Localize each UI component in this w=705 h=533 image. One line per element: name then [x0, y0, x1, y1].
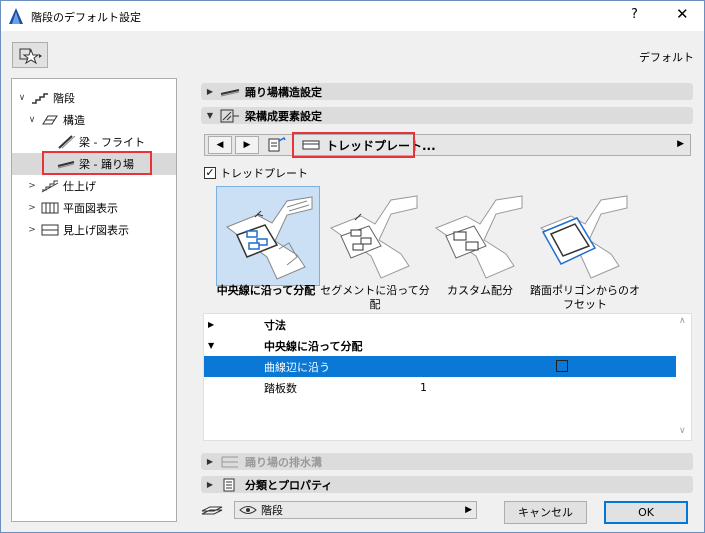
table-row-follow-curve[interactable]: 曲線辺に沿う [204, 356, 676, 377]
expand-triangle-icon: ▶ [206, 480, 214, 489]
table-row-centerline[interactable]: ▼ 中央線に沿って分配 [204, 335, 676, 356]
tree-item-finish[interactable]: > 仕上げ [26, 175, 174, 197]
option-label-segment: セグメントに沿って分配 [320, 284, 430, 311]
tree-item-label: 構造 [63, 114, 85, 127]
stair-icon [32, 93, 48, 104]
row-label: 中央線に沿って分配 [264, 339, 363, 353]
tree-item-structure[interactable]: ∨ 構造 [26, 109, 174, 131]
tree-item-label: 平面図表示 [63, 202, 118, 215]
dialog-window: 階段のデフォルト設定 ? ✕ デフォルト ∨ 階段 ∨ 構造 梁 - フライト [0, 0, 705, 533]
view-selector[interactable]: 階段 ▶ [234, 501, 477, 519]
title-bar: 階段のデフォルト設定 ? ✕ [1, 1, 704, 31]
option-label-offset: 踏面ポリゴンからのオフセット [530, 284, 640, 311]
chevron-down-icon[interactable]: ∨ [16, 93, 28, 103]
panel-title: 梁構成要素設定 [245, 109, 322, 123]
highlight-box [42, 151, 152, 175]
option-custom-distribution[interactable] [428, 186, 532, 286]
tree-item-label: 梁 - フライト [79, 136, 145, 149]
row-label: 踏板数 [264, 381, 297, 395]
favorites-star-icon [19, 48, 42, 65]
tree-item-plan-display[interactable]: > 平面図表示 [26, 197, 174, 219]
layer-icon [201, 506, 223, 515]
expand-triangle-icon: ▶ [206, 87, 214, 96]
help-button[interactable]: ? [631, 7, 638, 22]
chevron-right-icon[interactable]: > [26, 181, 38, 191]
offset-from-polygon-illustration [539, 195, 628, 279]
panel-title: 踊り場の排水溝 [245, 455, 322, 469]
centerline-distribution-illustration [225, 196, 313, 280]
view-selector-arrow-icon: ▶ [465, 505, 472, 515]
panel-title: 分類とプロパティ [245, 478, 333, 492]
beam-flight-icon [58, 135, 76, 149]
expand-triangle-icon: ▶ [206, 457, 214, 466]
plan-display-icon [41, 202, 59, 214]
tread-plate-toggle[interactable]: ✓ トレッドプレート [204, 165, 308, 181]
chevron-right-icon[interactable]: > [26, 203, 38, 213]
tree-item-label: 仕上げ [63, 180, 96, 193]
default-label: デフォルト [639, 51, 694, 64]
landing-structure-icon [220, 88, 240, 96]
tree-item-label: 見上げ図表示 [63, 224, 129, 237]
edit-component-icon[interactable] [267, 137, 287, 153]
follow-curve-checkbox[interactable] [556, 360, 568, 372]
classification-icon [223, 478, 235, 491]
selector-arrow-icon: ▶ [677, 139, 684, 149]
scroll-up-button[interactable]: ∧ [679, 316, 686, 326]
expand-triangle-icon: ▶ [208, 320, 215, 329]
component-navigator: ◀ ▶ トレッドプレート... ▶ [204, 132, 691, 158]
next-button[interactable]: ▶ [235, 136, 259, 154]
scroll-down-button[interactable]: ∨ [679, 426, 686, 436]
favorites-button[interactable] [12, 42, 48, 68]
panel-classification[interactable]: ▶ 分類とプロパティ [201, 476, 693, 493]
highlight-box [292, 132, 415, 158]
option-centerline-distribution[interactable] [216, 186, 320, 286]
collapse-triangle-icon: ▼ [208, 341, 215, 350]
table-row-tread-count[interactable]: 踏板数 1 [204, 377, 676, 398]
window-title: 階段のデフォルト設定 [31, 11, 141, 24]
tree-item-label: 階段 [53, 92, 75, 105]
chevron-down-icon[interactable]: ∨ [26, 115, 38, 125]
settings-tree: ∨ 階段 ∨ 構造 梁 - フライト 梁 - 踊り場 > 仕上げ > 平面図表示 [11, 78, 177, 522]
option-offset-from-polygon[interactable] [533, 186, 637, 286]
panel-landing-structure[interactable]: ▶ 踊り場構造設定 [201, 83, 693, 100]
tree-item-beam-flight[interactable]: 梁 - フライト [42, 131, 174, 153]
option-label-custom: カスタム配分 [447, 284, 513, 297]
finish-icon [41, 180, 59, 193]
close-button[interactable]: ✕ [676, 5, 689, 23]
panel-drainage[interactable]: ▶ 踊り場の排水溝 [201, 453, 693, 470]
tread-count-value[interactable]: 1 [420, 381, 427, 394]
ok-button[interactable]: OK [604, 501, 688, 524]
row-label: 寸法 [264, 318, 286, 332]
option-label-centerline: 中央線に沿って分配 [216, 284, 316, 297]
table-row-dimensions[interactable]: ▶ 寸法 [204, 314, 676, 335]
previous-button[interactable]: ◀ [208, 136, 232, 154]
tread-plate-checkbox[interactable]: ✓ [204, 167, 216, 179]
property-table: ▶ 寸法 ▼ 中央線に沿って分配 曲線辺に沿う 踏板数 1 ∧ ∨ [203, 313, 692, 441]
collapse-triangle-icon: ▼ [206, 111, 214, 120]
view-selector-label: 階段 [261, 504, 283, 517]
row-label: 曲線辺に沿う [264, 360, 330, 374]
tree-item-stair[interactable]: ∨ 階段 [16, 87, 174, 109]
chevron-right-icon[interactable]: > [26, 225, 38, 235]
segment-distribution-illustration [329, 195, 418, 279]
custom-distribution-illustration [434, 195, 523, 279]
tread-plate-label: トレッドプレート [220, 167, 308, 180]
drainage-icon [221, 456, 238, 467]
cancel-button[interactable]: キャンセル [504, 501, 587, 524]
structure-icon [42, 115, 58, 125]
ceiling-display-icon [41, 224, 59, 236]
archicad-app-icon [9, 8, 23, 24]
beam-elements-icon [220, 109, 239, 122]
panel-title: 踊り場構造設定 [245, 85, 322, 99]
eye-icon [239, 506, 257, 514]
tree-item-ceiling-display[interactable]: > 見上げ図表示 [26, 219, 174, 241]
option-segment-distribution[interactable] [323, 186, 427, 286]
panel-beam-elements[interactable]: ▼ 梁構成要素設定 [201, 107, 693, 124]
